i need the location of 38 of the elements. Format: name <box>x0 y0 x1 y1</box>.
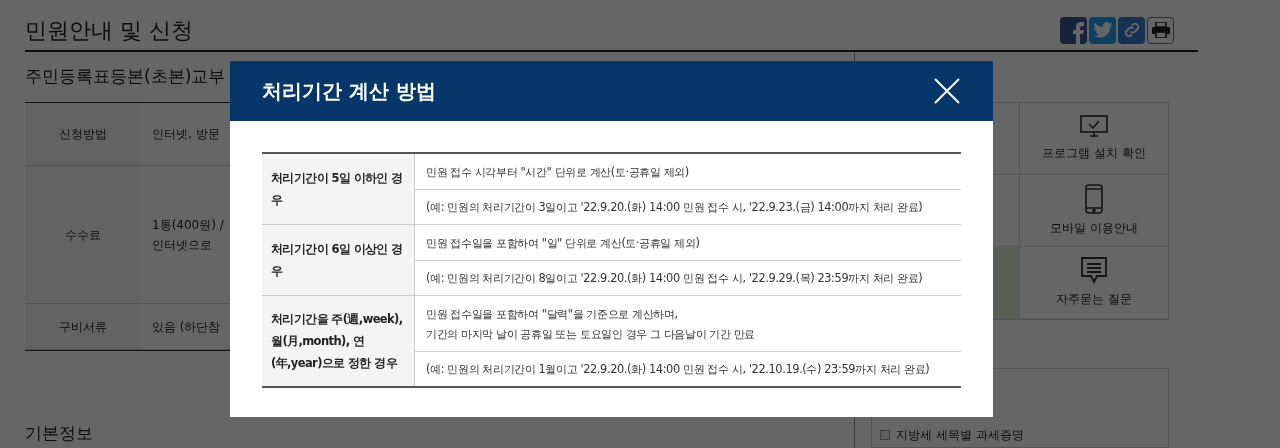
row-label: 구비서류 <box>58 318 107 336</box>
printer-icon <box>1151 22 1170 38</box>
rule-text: 민원 접수일을 포함하여 "달력"을 기준으로 계산하며, 기간의 마지막 날이 공휴일 또는 토요일인 경우 그 다음날이 기간 만료 <box>426 305 755 343</box>
modal-title: 처리기간 계산 방법 <box>262 78 436 105</box>
print-button[interactable] <box>1147 16 1174 44</box>
close-button[interactable] <box>933 77 961 105</box>
close-icon <box>934 78 960 104</box>
row-label: 수수료 <box>64 226 101 244</box>
link-icon <box>1122 21 1141 39</box>
facebook-button[interactable] <box>1060 16 1087 44</box>
rule-text: (예: 민원의 처리기간이 8일이고 '22.9.20.(화) 14:00 민원 접수 시, '22.9.29.(목) 23:59까지 처리 완료) <box>426 270 923 287</box>
rule-text: (예: 민원의 처리기간이 1월이고 '22.9.20.(화) 14:00 민원 접수 시, '22.10.19.(수) 23:59까지 처리 완료) <box>426 361 930 378</box>
case-label: 처리기간이 5일 이하인 경우 <box>271 170 404 209</box>
smartphone-icon <box>1085 184 1103 214</box>
twitter-button[interactable] <box>1089 16 1116 44</box>
page-title: 민원안내 및 신청 <box>25 16 193 45</box>
bird-icon <box>1092 22 1113 38</box>
rule-text: 민원 접수 시각부터 "시간" 단위로 계산(토·공휴일 제외) <box>426 163 689 181</box>
facebook-icon <box>1071 19 1087 44</box>
service-title: 주민등록표등본(초본)교부 <box>25 65 226 89</box>
case-label: 처리기간이 6일 이상인 경우 <box>271 241 404 280</box>
checkbox[interactable] <box>880 430 890 440</box>
link-button[interactable] <box>1118 16 1145 44</box>
monitor-check-icon <box>1080 115 1108 139</box>
section-heading: 기본정보 <box>25 423 93 443</box>
rule-text: (예: 민원의 처리기간이 3일이고 '22.9.20.(화) 14:00 민원 접수 시, '22.9.23.(금) 14:00까지 처리 완료) <box>426 199 923 216</box>
case-label: 처리기간을 주(週,week), 월(月,month), 연(年,year)으로 정한 경우 <box>271 311 404 372</box>
row-value: 인터넷으로 <box>152 236 212 254</box>
row-value: 1통(400원) / <box>152 216 224 234</box>
quick-menu-item[interactable]: 모바일 이용안내 <box>1020 175 1168 247</box>
quick-menu-item[interactable]: 자주묻는 질문 <box>1020 247 1168 319</box>
rule-text: 민원 접수일을 포함하여 "일" 단위로 계산(토·공휴일 제외) <box>426 234 700 252</box>
related-item[interactable]: 지방세 세목별 과세증명 <box>896 427 1024 443</box>
quick-menu-item[interactable]: 프로그램 설치 확인 <box>1020 103 1168 175</box>
row-label: 신청방법 <box>58 126 107 143</box>
row-value: 있음 (하단참 <box>152 318 221 336</box>
speech-bubble-icon <box>1081 257 1107 285</box>
row-value: 인터넷, 방문 <box>152 126 220 143</box>
